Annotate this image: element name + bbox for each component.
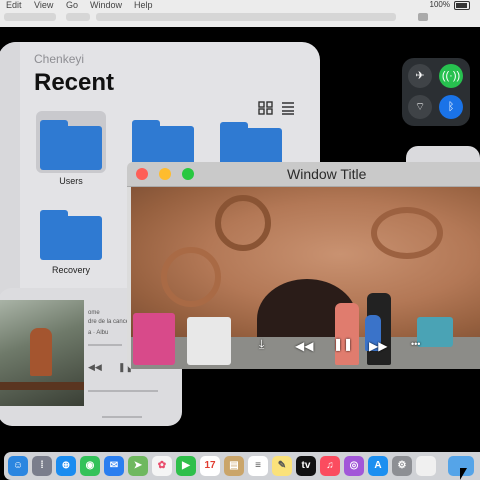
maps-icon[interactable]: ➤: [128, 456, 148, 476]
menu-view[interactable]: View: [34, 0, 53, 10]
menu-edit[interactable]: Edit: [6, 0, 22, 10]
forward-icon[interactable]: ▶▶: [369, 339, 387, 353]
track-title: ome: [88, 310, 100, 316]
wifi-off-icon[interactable]: ⌔: [408, 95, 432, 119]
wifi-signal-icon[interactable]: ((·)): [439, 64, 463, 88]
more-icon[interactable]: •••: [411, 339, 420, 349]
finder-subtitle: Chenkeyi: [34, 52, 85, 66]
mail-icon[interactable]: ✉: [104, 456, 124, 476]
pointer-cursor-icon: [460, 468, 474, 480]
control-center: ✈ ((·)) ⌔ ᛒ: [402, 58, 470, 126]
menu-bar: Edit View Go Window Help 100%: [0, 0, 480, 27]
white-cart: [187, 317, 231, 365]
player-handle[interactable]: [102, 416, 142, 418]
battery-icon[interactable]: [454, 1, 470, 10]
grid-view-icon[interactable]: [258, 101, 274, 115]
folder-recovery-label: Recovery: [51, 265, 90, 275]
blue-cart: [417, 317, 453, 347]
photos-icon[interactable]: ✿: [152, 456, 172, 476]
artwork-rail: [0, 382, 84, 390]
reminders-icon[interactable]: ≡: [248, 456, 268, 476]
close-button[interactable]: [136, 168, 148, 180]
menu-go[interactable]: Go: [66, 0, 78, 10]
airplane-icon[interactable]: ✈: [408, 64, 432, 88]
dock: ☺ ⁞ ⊕ ◉ ✉ ➤ ✿ ▶ 17 ▤ ≡ ✎ tv ♫ ◎ A ⚙: [4, 452, 480, 480]
window-title: Window Title: [287, 166, 367, 182]
artwork-figure: [30, 328, 52, 376]
volume-slider[interactable]: [88, 390, 158, 392]
video-window: Window Title ⤓ ◀◀ ❚❚ ▶▶ •••: [127, 162, 480, 369]
folder-users-label: Users: [59, 176, 83, 186]
track-artist: dre de la cance: [88, 319, 130, 325]
tv-icon[interactable]: tv: [296, 456, 316, 476]
calendar-icon[interactable]: 17: [200, 456, 220, 476]
finder-icon[interactable]: ☺: [8, 456, 28, 476]
window-titlebar[interactable]: Window Title: [127, 162, 480, 187]
sculpture-shield: [215, 195, 271, 251]
finder-title: Recent: [34, 69, 115, 96]
menu-blur-mid: [66, 13, 90, 21]
album-artwork: [0, 300, 84, 406]
progress-bar[interactable]: [88, 344, 122, 346]
player-rewind-icon[interactable]: ◀◀: [88, 362, 102, 373]
app-store-icon[interactable]: A: [368, 456, 388, 476]
notes-folder-icon[interactable]: ▤: [224, 456, 244, 476]
list-view-icon[interactable]: [281, 101, 295, 115]
facetime-icon[interactable]: ▶: [176, 456, 196, 476]
podcasts-icon[interactable]: ◎: [344, 456, 364, 476]
menu-window[interactable]: Window: [90, 0, 122, 10]
menu-blur-left: [4, 13, 56, 21]
bluetooth-icon[interactable]: ᛒ: [439, 95, 463, 119]
music-icon[interactable]: ♫: [320, 456, 340, 476]
menu-blur-bar: [96, 13, 396, 21]
menu-status-icon[interactable]: [418, 13, 428, 21]
sculpture-swirl: [161, 247, 221, 307]
download-icon[interactable]: ⤓: [259, 337, 264, 352]
settings-icon[interactable]: ⚙: [392, 456, 412, 476]
video-frame[interactable]: ⤓ ◀◀ ❚❚ ▶▶ •••: [131, 187, 480, 369]
menu-help[interactable]: Help: [134, 0, 153, 10]
zoom-button[interactable]: [182, 168, 194, 180]
sculpture-eye: [371, 207, 443, 259]
safari-icon[interactable]: ⊕: [56, 456, 76, 476]
track-album: a · Albu: [88, 330, 109, 336]
battery-percent: 100%: [429, 0, 450, 9]
blank-icon[interactable]: [416, 456, 436, 476]
person-woman: [335, 303, 359, 365]
pause-icon[interactable]: ❚❚: [333, 337, 353, 351]
messages-icon[interactable]: ◉: [80, 456, 100, 476]
rewind-icon[interactable]: ◀◀: [295, 339, 313, 353]
launchpad-icon[interactable]: ⁞: [32, 456, 52, 476]
minimize-button[interactable]: [159, 168, 171, 180]
notes-icon[interactable]: ✎: [272, 456, 292, 476]
pink-cart: [133, 313, 175, 365]
